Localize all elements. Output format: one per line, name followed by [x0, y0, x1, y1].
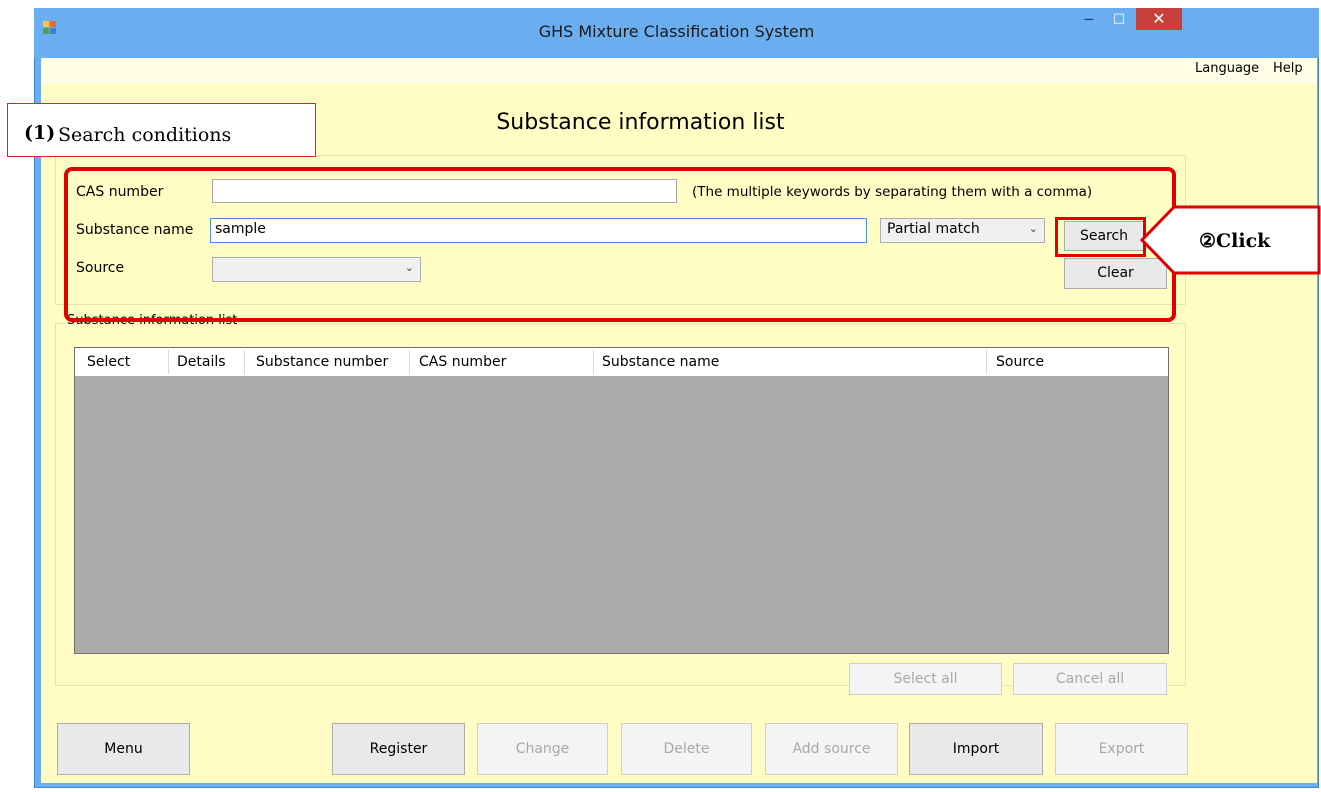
import-button[interactable]: Import — [909, 723, 1043, 775]
menu-help[interactable]: Help — [1273, 61, 1303, 76]
close-button[interactable]: ✕ — [1136, 8, 1182, 30]
maximize-button[interactable]: □ — [1106, 9, 1132, 29]
callout1-text: Search conditions — [58, 124, 232, 146]
cancel-all-button[interactable]: Cancel all — [1013, 663, 1167, 695]
column-substance-number[interactable]: Substance number — [256, 354, 388, 370]
add-source-button[interactable]: Add source — [765, 723, 898, 775]
select-all-button[interactable]: Select all — [849, 663, 1002, 695]
callout1-number: (1) — [24, 122, 56, 144]
column-select[interactable]: Select — [87, 354, 130, 370]
column-divider — [244, 350, 245, 374]
column-source[interactable]: Source — [996, 354, 1044, 370]
delete-button[interactable]: Delete — [621, 723, 752, 775]
menu-button[interactable]: Menu — [57, 723, 190, 775]
export-button[interactable]: Export — [1055, 723, 1188, 775]
register-button[interactable]: Register — [332, 723, 465, 775]
menu-bar — [41, 58, 1317, 84]
column-divider — [168, 350, 169, 374]
column-cas-number[interactable]: CAS number — [419, 354, 506, 370]
substance-grid[interactable] — [74, 347, 1169, 654]
menu-language[interactable]: Language — [1195, 61, 1259, 76]
column-details[interactable]: Details — [177, 354, 226, 370]
column-divider — [409, 350, 410, 374]
column-divider — [986, 350, 987, 374]
search-button-highlight — [1055, 217, 1146, 257]
search-highlight-frame — [64, 167, 1176, 322]
minimize-button[interactable]: ‒ — [1076, 9, 1102, 29]
column-divider — [593, 350, 594, 374]
change-button[interactable]: Change — [477, 723, 608, 775]
callout2-text: ②Click — [1199, 230, 1271, 252]
column-substance-name[interactable]: Substance name — [602, 354, 719, 370]
